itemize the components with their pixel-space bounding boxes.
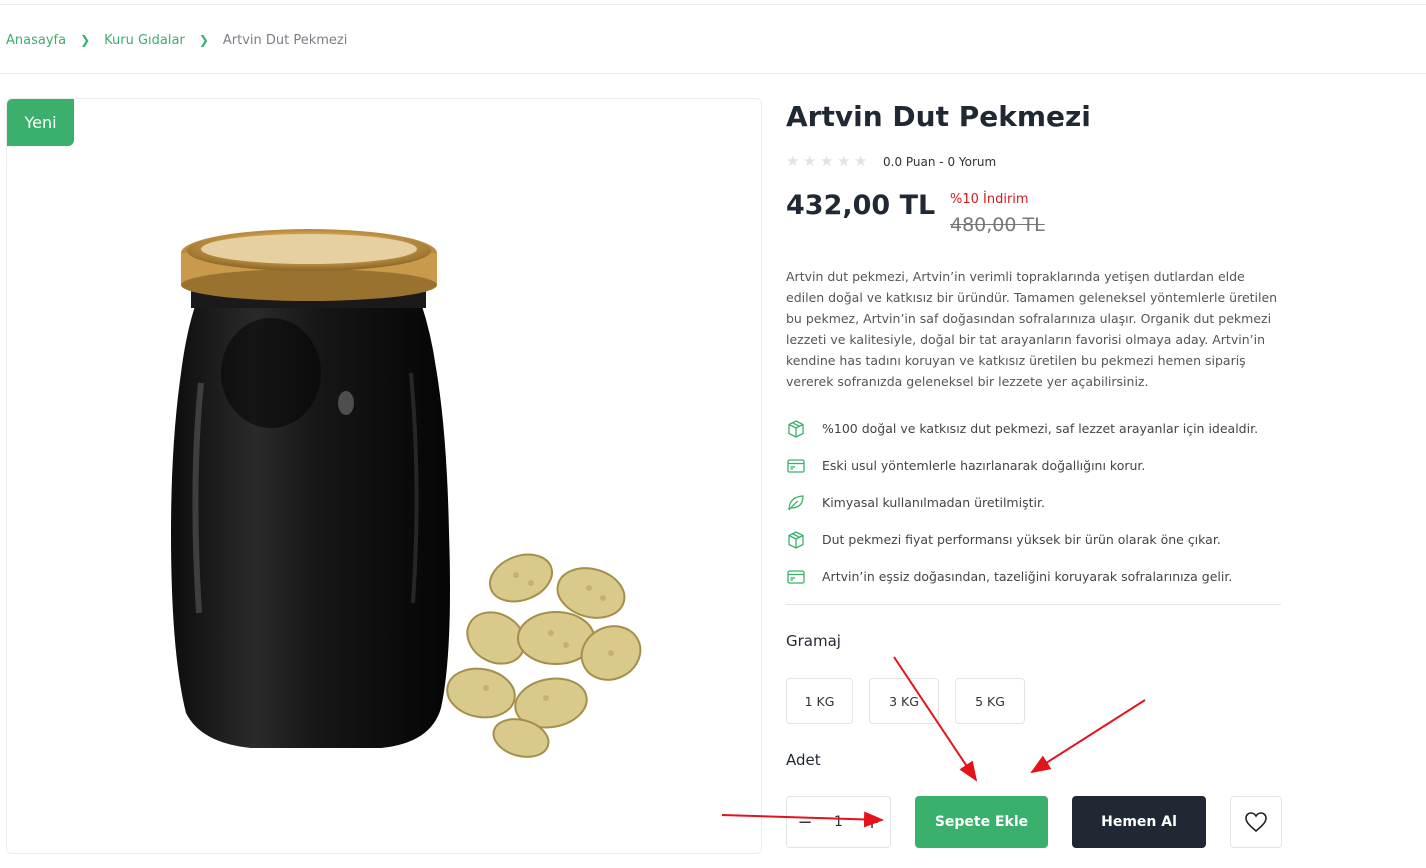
feature-text: Artvin’in eşsiz doğasından, tazeliğini k… bbox=[822, 569, 1233, 584]
star-icon: ★ bbox=[803, 152, 817, 170]
current-price: 432,00 TL bbox=[786, 190, 936, 221]
quantity-input[interactable]: 1 bbox=[834, 814, 843, 830]
add-to-cart-button[interactable]: Sepete Ekle bbox=[915, 796, 1048, 848]
feature-text: Kimyasal kullanılmadan üretilmiştir. bbox=[822, 495, 1045, 510]
quantity-label: Adet bbox=[786, 751, 821, 769]
weight-option-3kg[interactable]: 3 KG bbox=[869, 678, 939, 724]
heart-icon bbox=[1245, 812, 1267, 833]
weight-label: Gramaj bbox=[786, 632, 841, 650]
box-icon bbox=[788, 419, 804, 438]
feature-item: %100 doğal ve katkısız dut pekmezi, saf … bbox=[786, 410, 1258, 447]
box-icon bbox=[788, 530, 804, 549]
discount-label: %10 İndirim bbox=[950, 192, 1029, 207]
star-icon: ★ bbox=[837, 152, 851, 170]
product-image[interactable] bbox=[91, 183, 681, 773]
breadcrumb-category-link[interactable]: Kuru Gıdalar bbox=[104, 33, 185, 48]
quantity-decrease-button[interactable]: − bbox=[797, 812, 813, 833]
chevron-right-icon: ❯ bbox=[80, 33, 91, 47]
breadcrumb-divider bbox=[0, 73, 1426, 74]
quantity-increase-button[interactable]: + bbox=[864, 812, 880, 833]
rating: ★ ★ ★ ★ ★ 0.0 Puan - 0 Yorum bbox=[786, 154, 996, 169]
star-icon: ★ bbox=[820, 152, 834, 170]
top-divider bbox=[0, 4, 1426, 5]
weight-option-1kg[interactable]: 1 KG bbox=[786, 678, 853, 724]
annotation-arrow bbox=[1030, 699, 1146, 774]
old-price: 480,00 TL bbox=[950, 214, 1045, 236]
breadcrumb-current: Artvin Dut Pekmezi bbox=[222, 32, 348, 48]
feature-item: Kimyasal kullanılmadan üretilmiştir. bbox=[786, 484, 1258, 521]
card-icon bbox=[787, 458, 805, 473]
feature-text: Dut pekmezi fiyat performansı yüksek bir… bbox=[822, 532, 1221, 547]
product-gallery[interactable]: Yeni bbox=[6, 98, 762, 854]
star-icon: ★ bbox=[854, 152, 868, 170]
buy-now-button[interactable]: Hemen Al bbox=[1072, 796, 1206, 848]
feature-item: Artvin’in eşsiz doğasından, tazeliğini k… bbox=[786, 558, 1258, 595]
chevron-right-icon: ❯ bbox=[198, 33, 209, 47]
feature-text: %100 doğal ve katkısız dut pekmezi, saf … bbox=[822, 421, 1259, 436]
rating-text: 0.0 Puan - 0 Yorum bbox=[883, 154, 997, 169]
weight-options: 1 KG 3 KG 5 KG bbox=[786, 678, 1025, 724]
star-icon: ★ bbox=[786, 152, 800, 170]
section-divider bbox=[786, 604, 1281, 605]
card-icon bbox=[787, 569, 805, 584]
rating-stars: ★ ★ ★ ★ ★ bbox=[786, 154, 869, 169]
quantity-stepper: − 1 + bbox=[786, 796, 891, 848]
product-title: Artvin Dut Pekmezi bbox=[786, 100, 1091, 133]
feature-item: Dut pekmezi fiyat performansı yüksek bir… bbox=[786, 521, 1258, 558]
feature-list: %100 doğal ve katkısız dut pekmezi, saf … bbox=[786, 410, 1258, 595]
product-description: Artvin dut pekmezi, Artvin’in verimli to… bbox=[786, 269, 1278, 389]
breadcrumb: Anasayfa ❯ Kuru Gıdalar ❯ Artvin Dut Pek… bbox=[6, 31, 347, 49]
weight-option-5kg[interactable]: 5 KG bbox=[955, 678, 1025, 724]
breadcrumb-home-link[interactable]: Anasayfa bbox=[6, 33, 66, 48]
new-badge: Yeni bbox=[7, 99, 74, 146]
leaf-icon bbox=[788, 494, 804, 510]
feature-text: Eski usul yöntemlerle hazırlanarak doğal… bbox=[822, 458, 1146, 473]
feature-item: Eski usul yöntemlerle hazırlanarak doğal… bbox=[786, 447, 1258, 484]
favorite-button[interactable] bbox=[1230, 796, 1282, 848]
